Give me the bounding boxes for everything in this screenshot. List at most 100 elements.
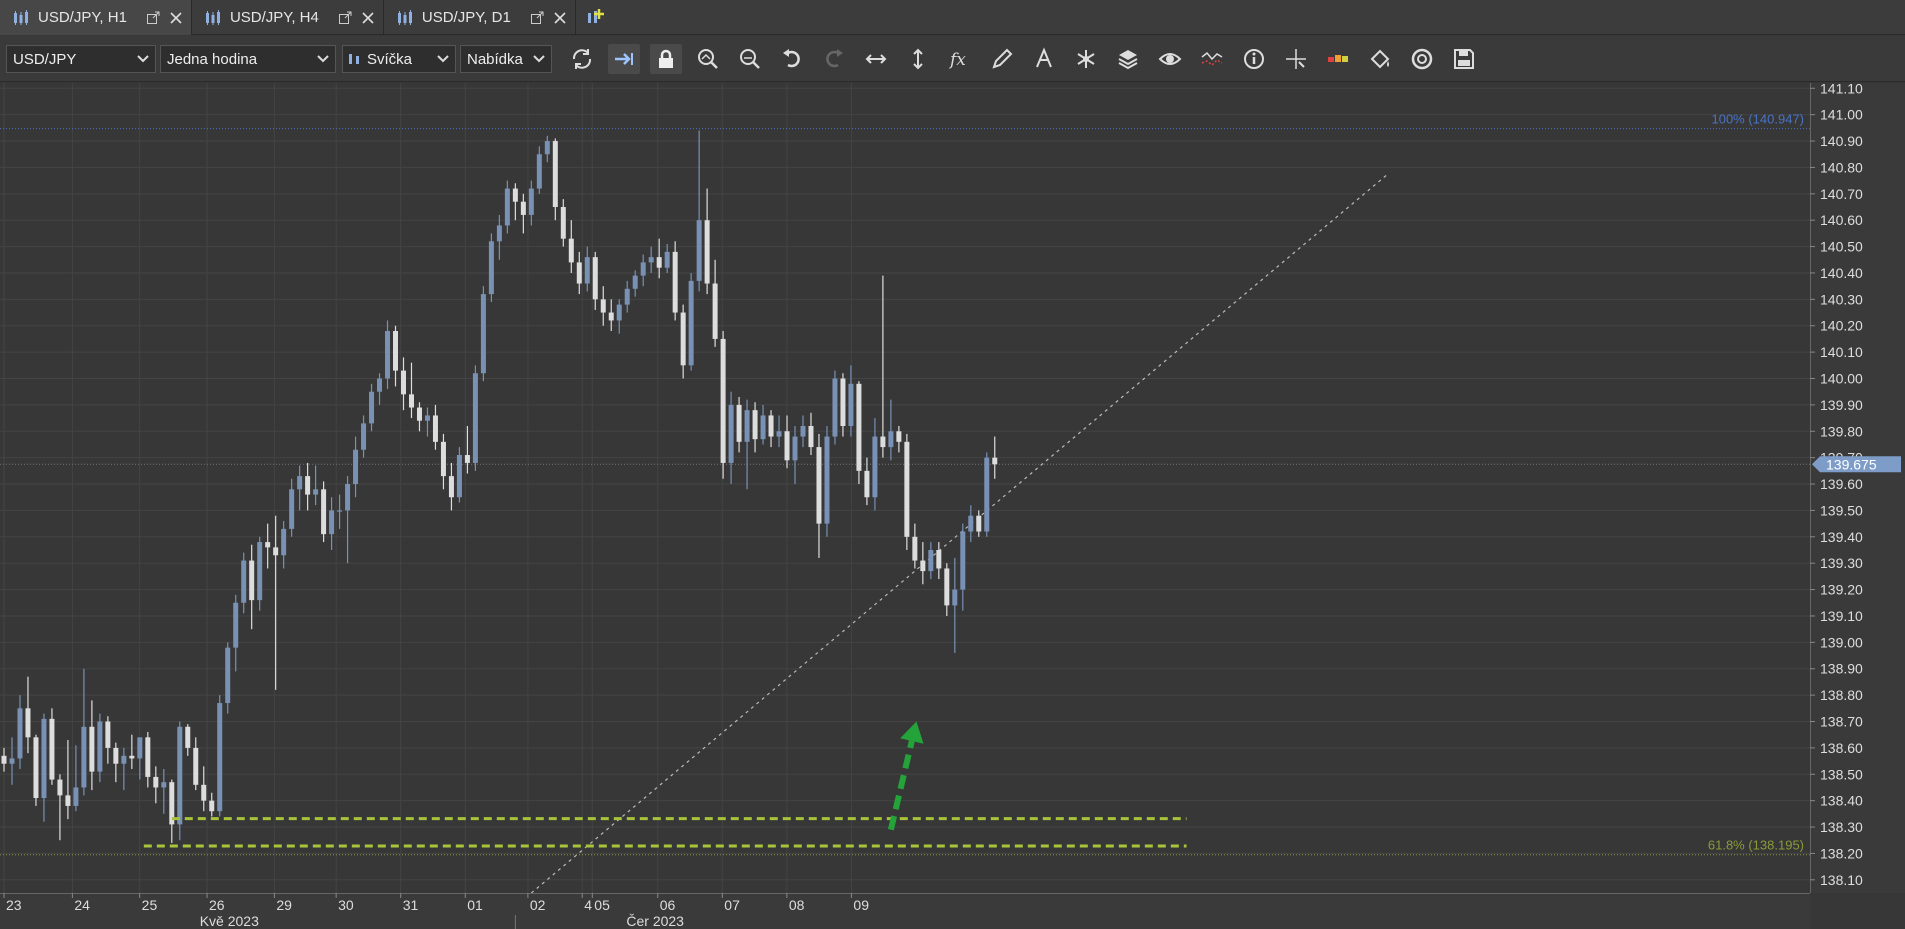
- crosshair-button[interactable]: [1280, 44, 1312, 74]
- candle-body: [560, 207, 566, 239]
- refresh-button[interactable]: [566, 44, 598, 74]
- candle-body: [369, 391, 375, 424]
- heat-map-button[interactable]: [1322, 44, 1354, 74]
- candle-body: [776, 431, 782, 437]
- candle-body: [928, 550, 934, 572]
- candle-body: [704, 220, 710, 284]
- info-button[interactable]: [1238, 44, 1270, 74]
- candle-body: [880, 436, 886, 448]
- price-tick-label: 138.30: [1820, 819, 1863, 835]
- theme-button[interactable]: [1406, 44, 1438, 74]
- lock-icon: [659, 49, 673, 68]
- candle-body: [209, 800, 215, 812]
- candle-body: [664, 251, 670, 268]
- candle-body: [488, 241, 494, 295]
- popout-icon[interactable]: [531, 11, 545, 25]
- indicators-button[interactable]: fx: [944, 44, 976, 74]
- candle-body: [648, 257, 654, 263]
- price-axis[interactable]: 141.10 141.00 140.90 140.80 140.70 140.60 140.…: [1810, 83, 1905, 893]
- chevron-down-icon: [533, 55, 545, 63]
- candle-body: [872, 436, 878, 498]
- draw-button[interactable]: [986, 44, 1018, 74]
- candle-body: [456, 455, 462, 498]
- candle-body: [600, 299, 606, 313]
- zoom-out-button[interactable]: [734, 44, 766, 74]
- tab-usdjpy-h4[interactable]: USD/JPY, H4: [192, 0, 384, 35]
- current-price-label: 139.675: [1826, 456, 1877, 472]
- popout-icon[interactable]: [339, 11, 353, 25]
- candle-body: [73, 787, 79, 806]
- price-tick-label: 138.50: [1820, 766, 1863, 782]
- candle-body: [201, 784, 207, 801]
- popout-icon[interactable]: [147, 11, 161, 25]
- close-icon[interactable]: [553, 11, 567, 25]
- candle-body: [89, 726, 95, 772]
- candle-body: [968, 515, 974, 532]
- candle-body: [361, 423, 367, 450]
- eye-icon: [1158, 53, 1182, 65]
- candle-body: [401, 370, 406, 395]
- auto-scroll-button[interactable]: [608, 44, 640, 74]
- time-tick-label: 24: [74, 897, 90, 913]
- horizontal-scale-button[interactable]: [860, 44, 892, 74]
- candle-body: [568, 238, 574, 263]
- price-side-select[interactable]: Nabídka: [460, 45, 552, 73]
- candle-body: [624, 288, 630, 305]
- period-select[interactable]: Jedna hodina: [160, 45, 336, 73]
- month-label: Čer 2023: [626, 913, 684, 929]
- price-chart[interactable]: 100% (140.947) 61.8% (138.195): [0, 83, 1810, 893]
- redo-button: [818, 44, 850, 74]
- text-tool-icon: [1036, 47, 1052, 68]
- candle-body: [728, 404, 734, 463]
- candle-body: [912, 536, 918, 561]
- layers-icon: [1118, 50, 1138, 70]
- layers-button[interactable]: [1112, 44, 1144, 74]
- redo-icon: [826, 49, 843, 68]
- objects-button[interactable]: [1070, 44, 1102, 74]
- add-chart-button[interactable]: [576, 0, 616, 35]
- paint-button[interactable]: [1364, 44, 1396, 74]
- candle-body: [496, 225, 502, 242]
- close-icon[interactable]: [361, 11, 375, 25]
- time-axis[interactable]: 23 24 25 26 29 30 31 01 02 4 05 06 07 08 09 Kvě 2023 Čer…: [0, 893, 1810, 929]
- candle-body: [57, 779, 63, 796]
- candle-body: [736, 404, 742, 442]
- candle-body: [337, 510, 343, 512]
- month-label: Kvě 2023: [200, 913, 259, 929]
- price-tick-label: 139.10: [1820, 608, 1863, 624]
- tab-usdjpy-h1[interactable]: USD/JPY, H1: [0, 0, 192, 35]
- indicators-fx-icon: fx: [948, 50, 966, 70]
- price-tick-label: 139.60: [1820, 476, 1863, 492]
- save-icon: [1454, 49, 1474, 69]
- zoom-in-button[interactable]: [692, 44, 724, 74]
- save-button[interactable]: [1448, 44, 1480, 74]
- text-tool-button[interactable]: [1028, 44, 1060, 74]
- candle-body: [480, 294, 486, 374]
- candle-body: [217, 703, 223, 812]
- compare-button[interactable]: [1196, 44, 1228, 74]
- time-tick-label: 25: [142, 897, 158, 913]
- fib-level-label: 100% (140.947): [1711, 112, 1804, 127]
- time-tick-label: 31: [403, 897, 419, 913]
- candle-body: [632, 275, 638, 289]
- candle-body: [377, 378, 383, 392]
- candle-body: [784, 431, 790, 461]
- close-icon[interactable]: [169, 11, 183, 25]
- price-tick-label: 138.80: [1820, 687, 1863, 703]
- vertical-scale-button[interactable]: [902, 44, 934, 74]
- visibility-button[interactable]: [1154, 44, 1186, 74]
- candle-body: [712, 283, 718, 339]
- candle-body: [193, 747, 199, 785]
- instrument-select[interactable]: USD/JPY: [6, 45, 156, 73]
- tab-usdjpy-d1[interactable]: USD/JPY, D1: [384, 0, 576, 35]
- chart-type-select[interactable]: Svíčka: [342, 45, 456, 73]
- price-tick-label: 140.20: [1820, 318, 1863, 334]
- candle-body: [792, 436, 798, 461]
- candle-body: [185, 726, 191, 748]
- candle-body: [353, 449, 359, 485]
- price-tick-label: 138.20: [1820, 845, 1863, 861]
- candlestick-icon: [396, 9, 414, 26]
- candle-body: [305, 476, 311, 495]
- lock-button[interactable]: [650, 44, 682, 74]
- undo-button[interactable]: [776, 44, 808, 74]
